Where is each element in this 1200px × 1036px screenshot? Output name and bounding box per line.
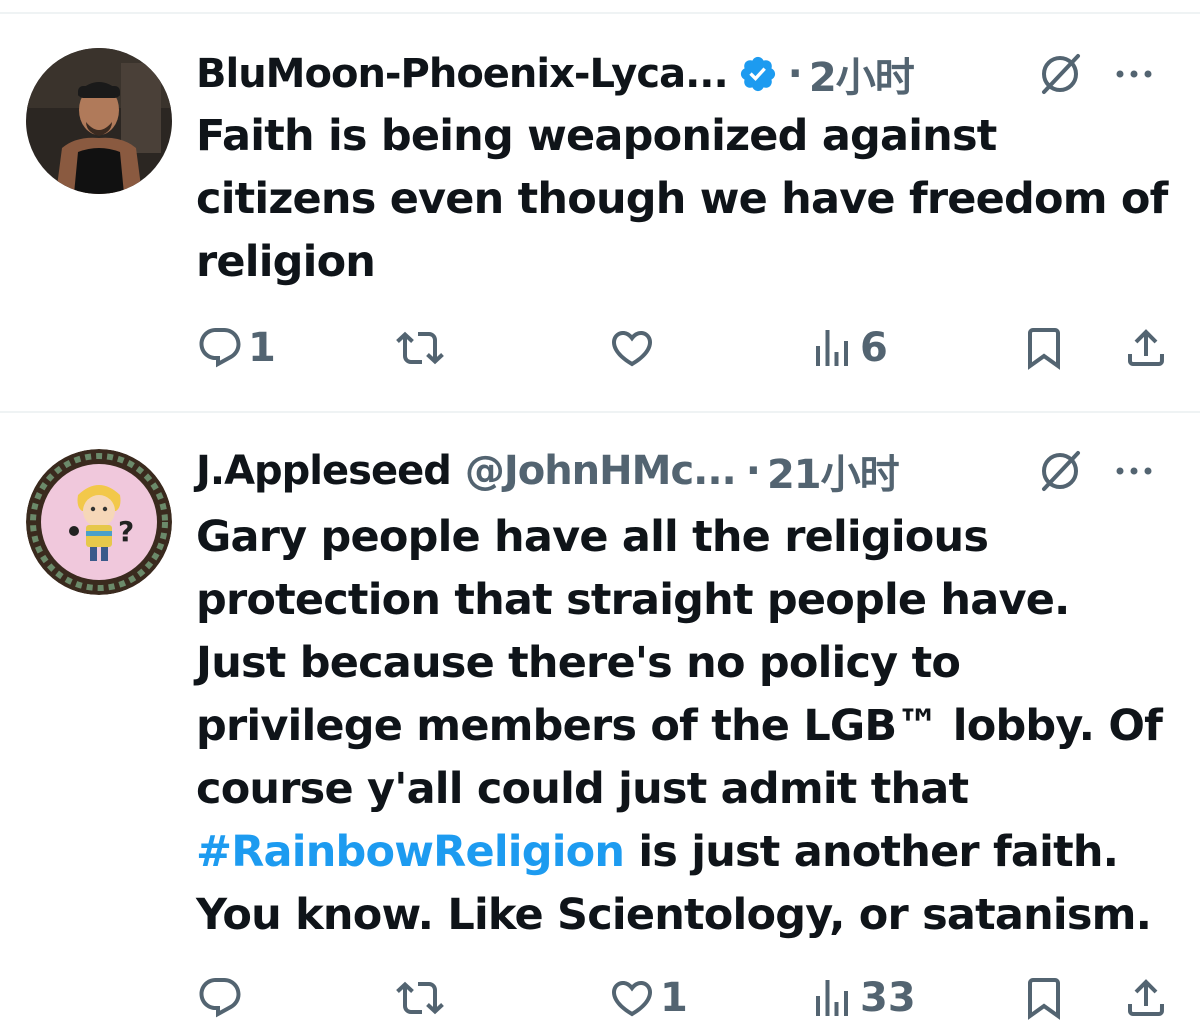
share-icon	[1128, 979, 1164, 1016]
tweet-text: Gary people have all the religious prote…	[196, 506, 1172, 947]
tweet-text: Faith is being weaponized against citize…	[196, 105, 1172, 294]
share-button[interactable]	[1122, 968, 1170, 1028]
hashtag-link[interactable]: #RainbowReligion	[196, 827, 625, 877]
tweet-header: BluMoon-Phoenix-Lyca... · 2小时	[196, 44, 1180, 104]
like-button[interactable]: 1	[608, 968, 688, 1028]
views-button[interactable]: 33	[808, 968, 916, 1028]
share-button[interactable]	[1122, 318, 1170, 378]
bookmark-icon	[1028, 978, 1060, 1020]
reply-button[interactable]	[196, 968, 248, 1028]
tweet-1[interactable]: BluMoon-Phoenix-Lyca... · 2小时 Faith is b…	[0, 14, 1200, 411]
views-button[interactable]: 6	[808, 318, 888, 378]
timestamp[interactable]: 2小时	[809, 45, 915, 103]
retweet-button[interactable]	[396, 318, 448, 378]
avatar[interactable]	[26, 48, 172, 194]
display-name[interactable]: J.Appleseed	[196, 448, 452, 494]
views-count: 33	[860, 975, 916, 1021]
retweet-icon	[396, 981, 444, 1015]
tweet-text-line: privilege members of the LGB™ lobby. Of	[196, 701, 1163, 751]
reply-button[interactable]: 1	[196, 318, 276, 378]
tweet-text-line: religion	[196, 237, 376, 287]
bookmark-button[interactable]	[1020, 968, 1068, 1028]
display-name[interactable]: BluMoon-Phoenix-Lyca...	[196, 51, 729, 97]
avatar[interactable]: ?	[26, 449, 172, 595]
user-handle[interactable]: @JohnHMc...	[465, 448, 737, 494]
bookmark-icon	[1028, 328, 1060, 370]
action-bar: 1 6	[196, 318, 1176, 378]
tweet-text-line: Gary people have all the religious	[196, 512, 989, 562]
tweet-header: J.Appleseed @JohnHMc... · 21小时	[196, 441, 1180, 501]
tweet-text-line: Just because there's no policy to	[196, 638, 961, 688]
tweet-2[interactable]: ? J.Appleseed @JohnHMc... · 21小时 Gary pe…	[0, 413, 1200, 1036]
reply-icon	[199, 978, 241, 1018]
action-bar: 1 33	[196, 968, 1176, 1028]
tweet-text-line: Faith is being weaponized against	[196, 111, 997, 161]
tweet-text-line: course y'all could just admit that	[196, 764, 969, 814]
retweet-button[interactable]	[396, 968, 448, 1028]
tweet-text-line: citizens even though we have freedom of	[196, 174, 1168, 224]
tweet-text-line: #RainbowReligion is just another faith.	[196, 821, 1172, 884]
views-icon	[816, 330, 848, 366]
reply-count: 1	[248, 325, 276, 371]
tweet-text-line: protection that straight people have.	[196, 575, 1070, 625]
like-button[interactable]	[608, 318, 660, 378]
views-count: 6	[860, 325, 888, 371]
retweet-icon	[396, 331, 444, 365]
verified-badge-icon	[740, 56, 775, 92]
separator-dot: ·	[745, 448, 761, 494]
like-icon	[611, 331, 653, 367]
svg-text:?: ?	[118, 515, 134, 548]
separator-dot: ·	[787, 51, 803, 97]
reply-icon	[199, 328, 241, 368]
grok-icon[interactable]	[1032, 443, 1088, 499]
timestamp[interactable]: 21小时	[767, 442, 900, 500]
share-icon	[1128, 329, 1164, 366]
like-count: 1	[660, 975, 688, 1021]
bookmark-button[interactable]	[1020, 318, 1068, 378]
like-icon	[611, 981, 653, 1017]
tweet-text-fragment: is just another faith.	[624, 827, 1119, 877]
more-icon[interactable]	[1114, 461, 1154, 481]
grok-icon[interactable]	[1032, 46, 1088, 102]
more-icon[interactable]	[1114, 64, 1154, 84]
tweet-text-line: You know. Like Scientology, or satanism.	[196, 890, 1152, 940]
views-icon	[816, 980, 848, 1016]
